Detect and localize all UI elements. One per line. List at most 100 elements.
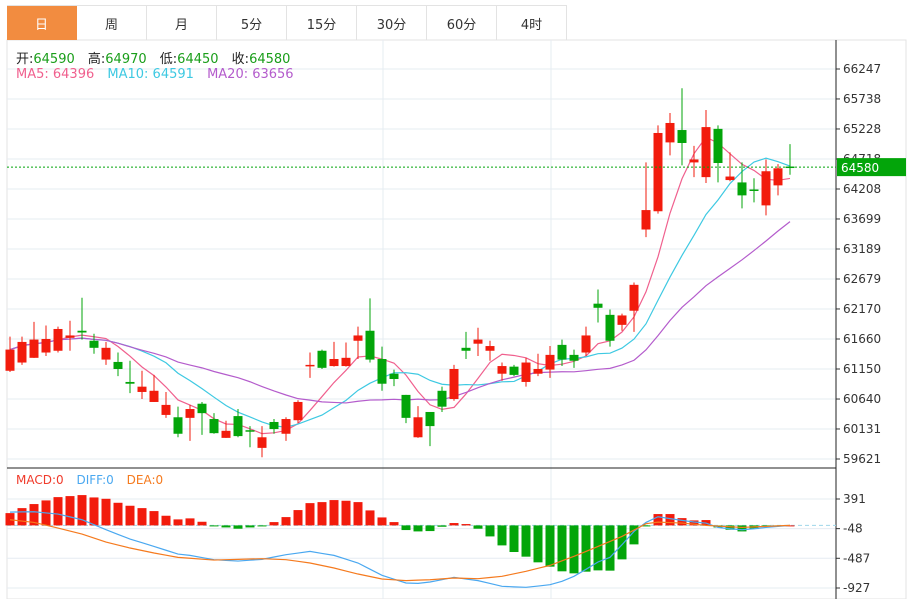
candle-down: [437, 390, 447, 407]
candle-down: [425, 411, 435, 427]
close-value: 64580: [249, 52, 291, 67]
candle-up: [41, 338, 51, 353]
candle-up: [485, 346, 495, 351]
candle-up: [641, 210, 651, 230]
price-tick-label: 64208: [843, 182, 881, 196]
high-value: 64970: [105, 52, 147, 67]
tab-month[interactable]: 月: [147, 6, 217, 40]
macd-bar: [161, 515, 171, 526]
tab-30min[interactable]: 30分: [357, 6, 427, 40]
dea-value: DEA:0: [126, 473, 164, 487]
price-tick-label: 65228: [843, 122, 881, 136]
candle-up: [149, 390, 159, 402]
macd-tick-label: 391: [843, 492, 866, 506]
macd-bar: [437, 525, 447, 527]
candle-down: [509, 366, 519, 375]
candle-up: [689, 159, 699, 163]
macd-bar: [401, 525, 411, 531]
macd-bar: [413, 525, 423, 532]
tab-5min[interactable]: 5分: [217, 6, 287, 40]
candle-down: [197, 403, 207, 414]
close-label: 收:: [231, 52, 250, 67]
candle-up: [281, 419, 291, 434]
candle-down: [89, 340, 99, 348]
candle-down: [125, 381, 135, 384]
macd-bar: [257, 525, 267, 527]
ma5-value: MA5: 64396: [16, 67, 95, 82]
price-tick-label: 59621: [843, 452, 881, 466]
ma20-value: MA20: 63656: [207, 67, 294, 82]
price-tick-label: 63189: [843, 242, 881, 256]
ma5-line: [9, 136, 791, 435]
candle-up: [257, 437, 267, 448]
macd-bar: [173, 519, 183, 526]
candle-down: [713, 128, 723, 163]
candle-up: [161, 404, 171, 415]
candle-down: [401, 394, 411, 418]
ohlc-readout: 开:64590 高:64970 低:64450 收:64580: [16, 48, 299, 67]
candle-up: [65, 335, 75, 338]
candle-up: [545, 354, 555, 370]
macd-bar: [5, 513, 15, 526]
current-price-label: 64580: [841, 161, 879, 175]
macd-bar: [89, 497, 99, 526]
macd-bar: [653, 514, 663, 526]
candle-down: [785, 166, 795, 169]
candle-up: [581, 335, 591, 353]
macd-bar: [617, 525, 627, 560]
macd-bar: [425, 525, 435, 532]
price-tick-label: 61150: [843, 362, 881, 376]
price-tick-label: 62679: [843, 272, 881, 286]
candle-down: [749, 189, 759, 191]
macd-bar: [737, 525, 747, 532]
macd-bar: [209, 525, 219, 527]
macd-bar: [353, 502, 363, 526]
kline-widget: 6624765738652286471864208636996318962679…: [0, 0, 911, 599]
candle-up: [17, 341, 27, 363]
candle-up: [449, 369, 459, 400]
macd-bar: [101, 498, 111, 526]
macd-bar: [485, 525, 495, 537]
candle-up: [701, 127, 711, 178]
tab-60min[interactable]: 60分: [427, 6, 497, 40]
candle-up: [53, 328, 63, 351]
candle-up: [221, 430, 231, 438]
candle-up: [773, 168, 783, 186]
candle-up: [185, 409, 195, 418]
macd-bar: [341, 500, 351, 526]
candle-up: [725, 176, 735, 181]
candle-down: [365, 330, 375, 360]
macd-bar: [149, 511, 159, 526]
price-tick-label: 60640: [843, 392, 881, 406]
macd-bar: [221, 525, 231, 528]
macd-bar: [389, 522, 399, 526]
candle-up: [761, 171, 771, 206]
macd-bar: [113, 502, 123, 526]
macd-value: MACD:0: [16, 473, 64, 487]
macd-bar: [137, 508, 147, 526]
price-tick-label: 62170: [843, 302, 881, 316]
ma10-line: [9, 157, 791, 428]
candle-down: [677, 130, 687, 143]
macd-bar: [281, 517, 291, 526]
tab-week[interactable]: 周: [77, 6, 147, 40]
macd-tick-label: -927: [843, 581, 870, 595]
macd-bar: [317, 502, 327, 526]
tab-15min[interactable]: 15分: [287, 6, 357, 40]
macd-bar: [521, 525, 531, 557]
tab-day[interactable]: 日: [7, 6, 77, 40]
candle-up: [473, 339, 483, 344]
macd-bar: [233, 525, 243, 529]
macd-bar: [305, 503, 315, 526]
price-tick-label: 66247: [843, 62, 881, 76]
candle-down: [737, 182, 747, 196]
tab-4hour[interactable]: 4时: [497, 6, 567, 40]
candle-up: [629, 284, 639, 311]
period-tabs: 日 周 月 5分 15分 30分 60分 4时: [7, 5, 567, 41]
candle-up: [353, 335, 363, 341]
macd-tick-label: -487: [843, 551, 870, 565]
kline-chart: 6624765738652286471864208636996318962679…: [5, 39, 907, 599]
candle-down: [317, 350, 327, 368]
open-label: 开:: [16, 52, 34, 67]
low-label: 低:: [159, 52, 178, 67]
